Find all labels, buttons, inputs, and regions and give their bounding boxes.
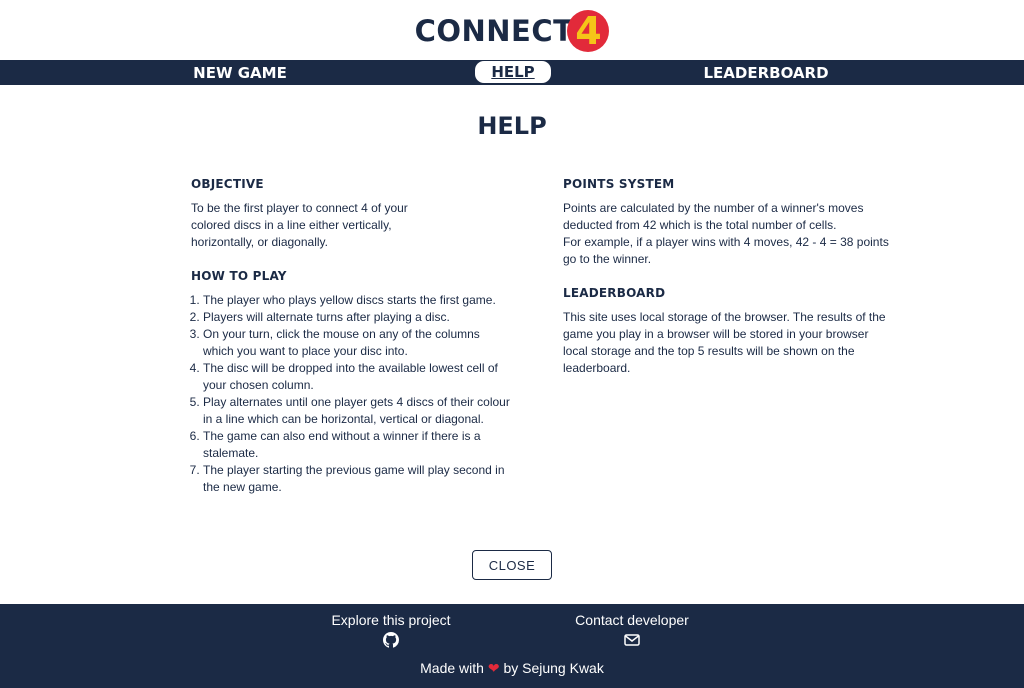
logo-disc: 4 <box>567 9 610 53</box>
made-prefix: Made with <box>420 660 484 676</box>
contact-label: Contact developer <box>575 612 689 628</box>
points-system-title: POINTS SYSTEM <box>563 177 675 191</box>
nav-leaderboard[interactable]: LEADERBOARD <box>690 60 842 85</box>
points-system-example: For example, if a player wins with 4 mov… <box>563 235 889 266</box>
list-item: The disc will be dropped into the availa… <box>203 360 511 394</box>
objective-section: OBJECTIVE To be the first player to conn… <box>191 176 511 251</box>
main-nav: NEW GAME HELP LEADERBOARD <box>0 60 1024 85</box>
objective-line: horizontally, or diagonally. <box>191 235 328 249</box>
logo-number: 4 <box>575 9 602 53</box>
page-title: HELP <box>477 112 547 140</box>
made-suffix: by Sejung Kwak <box>503 660 604 676</box>
list-item: The player who plays yellow discs starts… <box>203 292 511 309</box>
how-to-play-section: HOW TO PLAY The player who plays yellow … <box>191 268 511 496</box>
nav-help[interactable]: HELP <box>475 61 551 83</box>
how-to-play-steps: The player who plays yellow discs starts… <box>191 292 511 496</box>
heart-icon: ❤ <box>487 660 500 676</box>
close-button[interactable]: CLOSE <box>472 550 552 580</box>
github-icon[interactable] <box>383 632 399 648</box>
envelope-icon[interactable] <box>624 632 640 648</box>
list-item: The player starting the previous game wi… <box>203 462 511 496</box>
leaderboard-section: LEADERBOARD This site uses local storage… <box>563 285 893 377</box>
list-item: The game can also end without a winner i… <box>203 428 511 462</box>
points-system-text: Points are calculated by the number of a… <box>563 201 864 232</box>
left-column: OBJECTIVE To be the first player to conn… <box>191 176 511 496</box>
leaderboard-text: This site uses local storage of the brow… <box>563 310 886 375</box>
logo[interactable]: CONNECT 4 <box>0 7 1024 55</box>
nav-new-game[interactable]: NEW GAME <box>170 60 310 85</box>
explore-project-link[interactable]: Explore this project <box>311 612 471 648</box>
list-item: On your turn, click the mouse on any of … <box>203 326 511 360</box>
list-item: Players will alternate turns after playi… <box>203 309 511 326</box>
list-item: Play alternates until one player gets 4 … <box>203 394 511 428</box>
objective-text: To be the first player to connect 4 of y… <box>191 200 511 251</box>
objective-line: colored discs in a line either verticall… <box>191 218 392 232</box>
objective-title: OBJECTIVE <box>191 177 264 191</box>
footer: Explore this project Contact developer M… <box>0 604 1024 688</box>
how-to-play-title: HOW TO PLAY <box>191 269 287 283</box>
leaderboard-title: LEADERBOARD <box>563 286 666 300</box>
explore-label: Explore this project <box>331 612 451 628</box>
objective-line: To be the first player to connect 4 of y… <box>191 201 408 215</box>
right-column: POINTS SYSTEM Points are calculated by t… <box>563 176 893 377</box>
logo-text: CONNECT <box>414 14 574 48</box>
contact-developer-link[interactable]: Contact developer <box>552 612 712 648</box>
points-system-section: POINTS SYSTEM Points are calculated by t… <box>563 176 893 268</box>
made-with-credit: Made with ❤ by Sejung Kwak <box>0 660 1024 677</box>
